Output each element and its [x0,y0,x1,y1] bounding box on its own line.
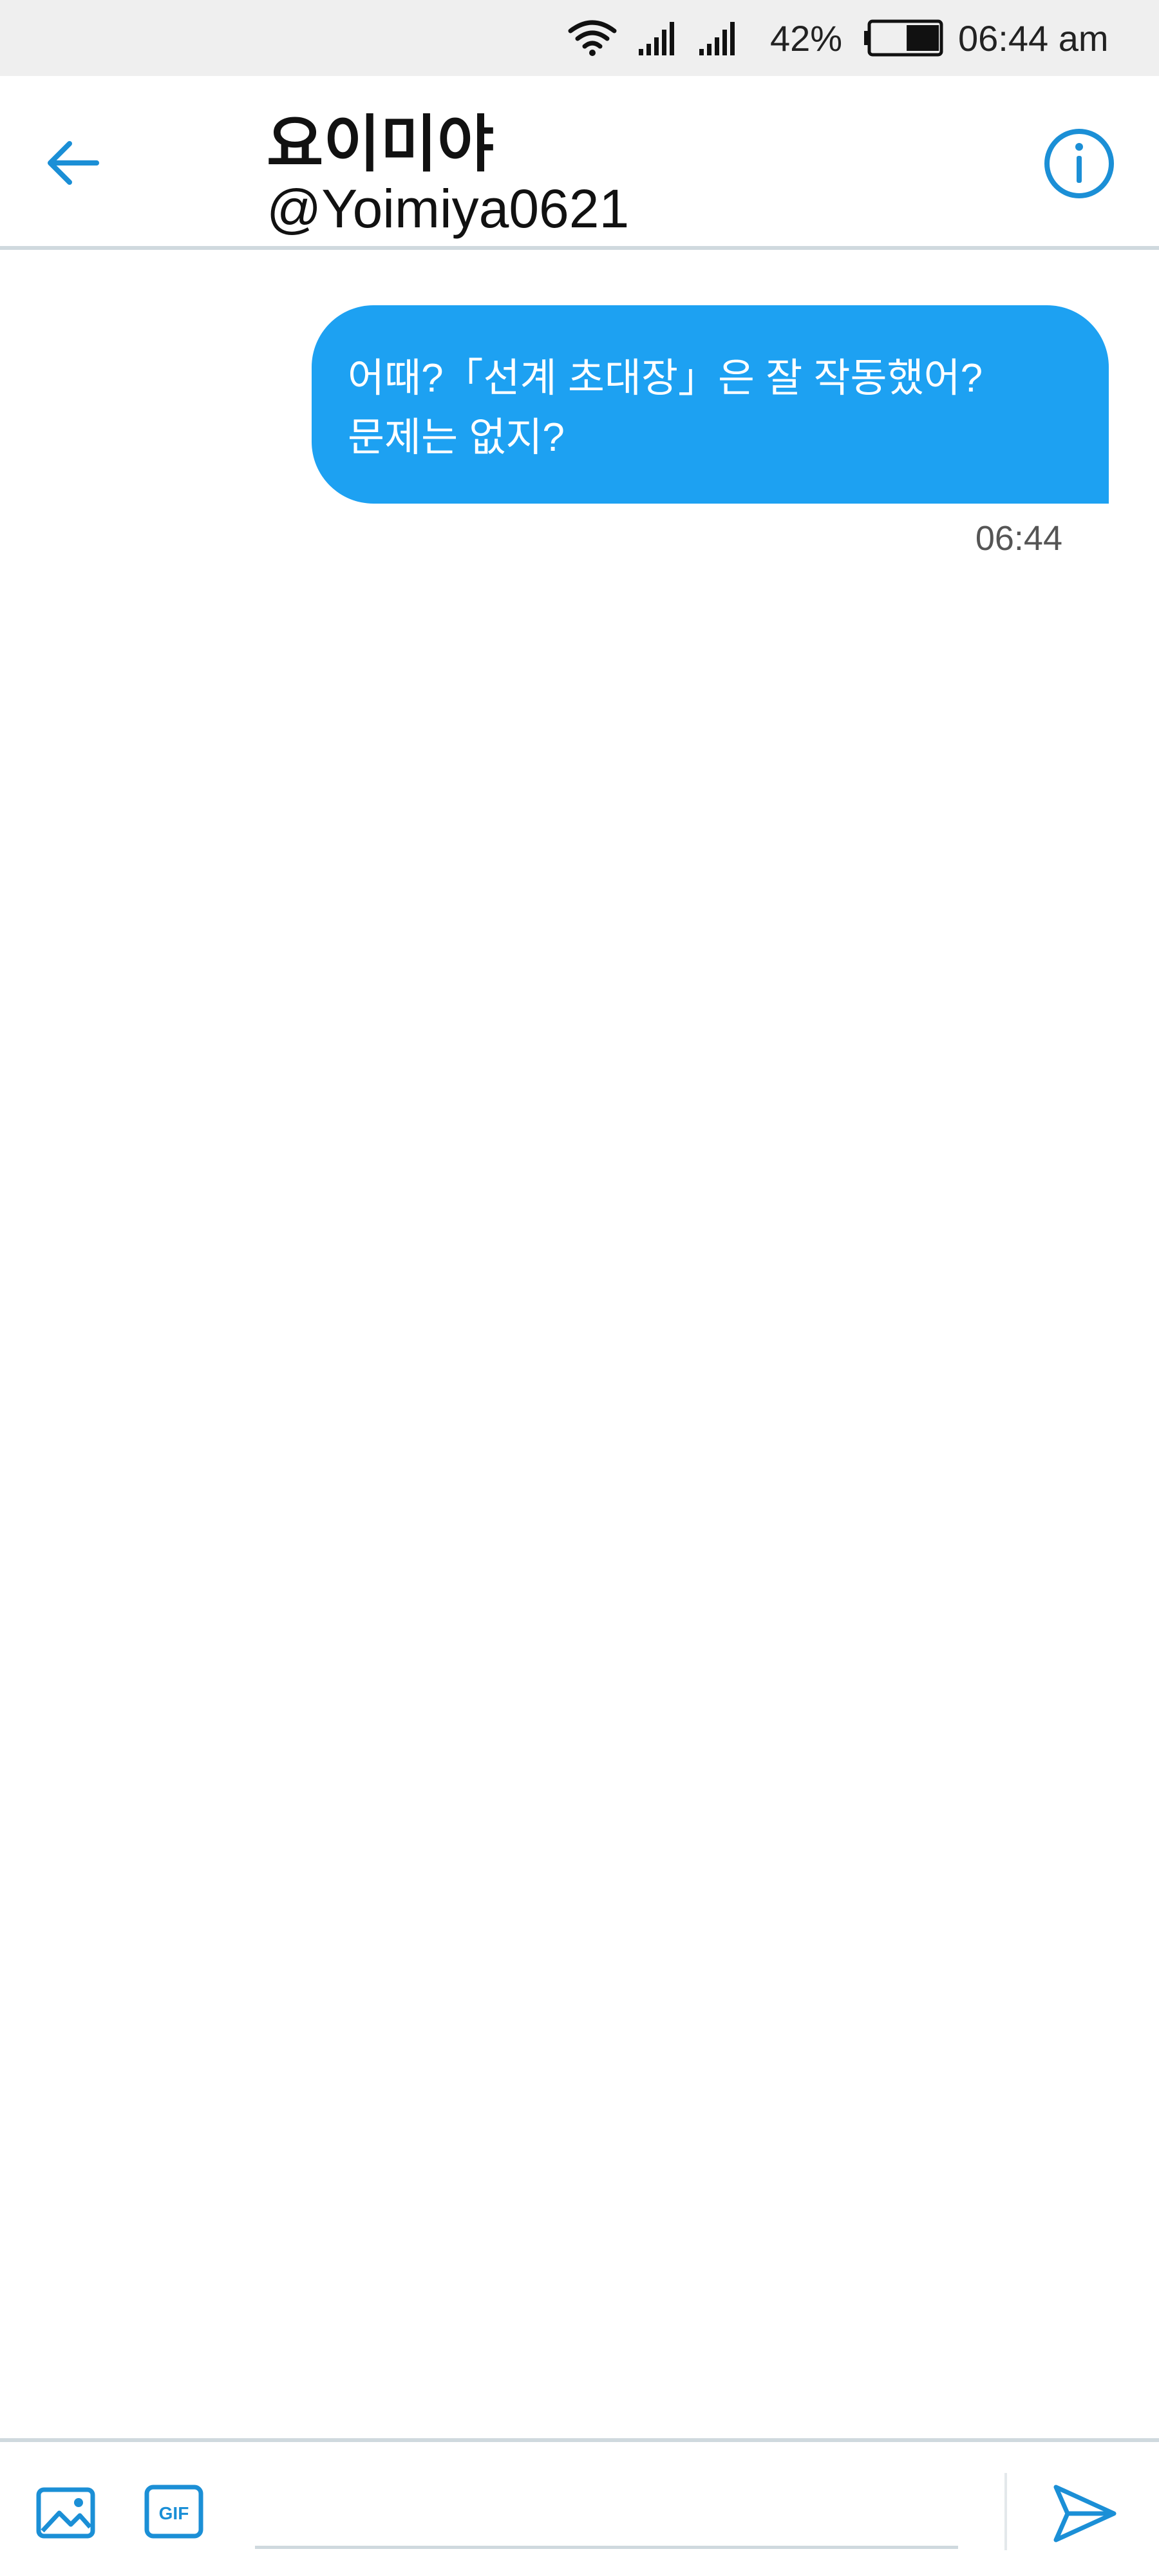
back-button[interactable] [37,128,108,198]
message-text-line: 어때?「선계 초대장」은 잘 작동했어? [348,356,983,401]
message-composer: GIF [0,2438,1159,2576]
message-text-line: 문제는 없지? [348,415,565,460]
signal-icon [639,22,674,55]
info-icon[interactable] [1041,125,1118,202]
send-icon[interactable] [1050,2478,1120,2549]
sent-message-bubble[interactable]: 어때?「선계 초대장」은 잘 작동했어? 문제는 없지? [312,305,1109,504]
battery-icon [864,19,943,57]
contact-name: 요이미야 [267,110,495,179]
contact-handle: @Yoimiya0621 [267,178,630,239]
divider [1004,2473,1007,2550]
message-input[interactable] [255,2478,958,2549]
back-arrow-icon [48,141,99,185]
svg-text:GIF: GIF [159,2503,189,2523]
image-icon[interactable] [33,2481,98,2545]
status-bar: 42% 06:44 am [0,0,1159,76]
battery-percent: 42% [770,18,843,59]
message-list[interactable]: 어때?「선계 초대장」은 잘 작동했어? 문제는 없지? 06:44 [0,254,1159,2438]
wifi-icon [568,20,617,56]
gif-icon[interactable]: GIF [143,2481,205,2543]
clock: 06:44 am [958,18,1109,59]
message-timestamp: 06:44 [975,519,1062,558]
conversation-header: 요이미야 @Yoimiya0621 [0,76,1159,250]
signal-icon [699,22,735,55]
